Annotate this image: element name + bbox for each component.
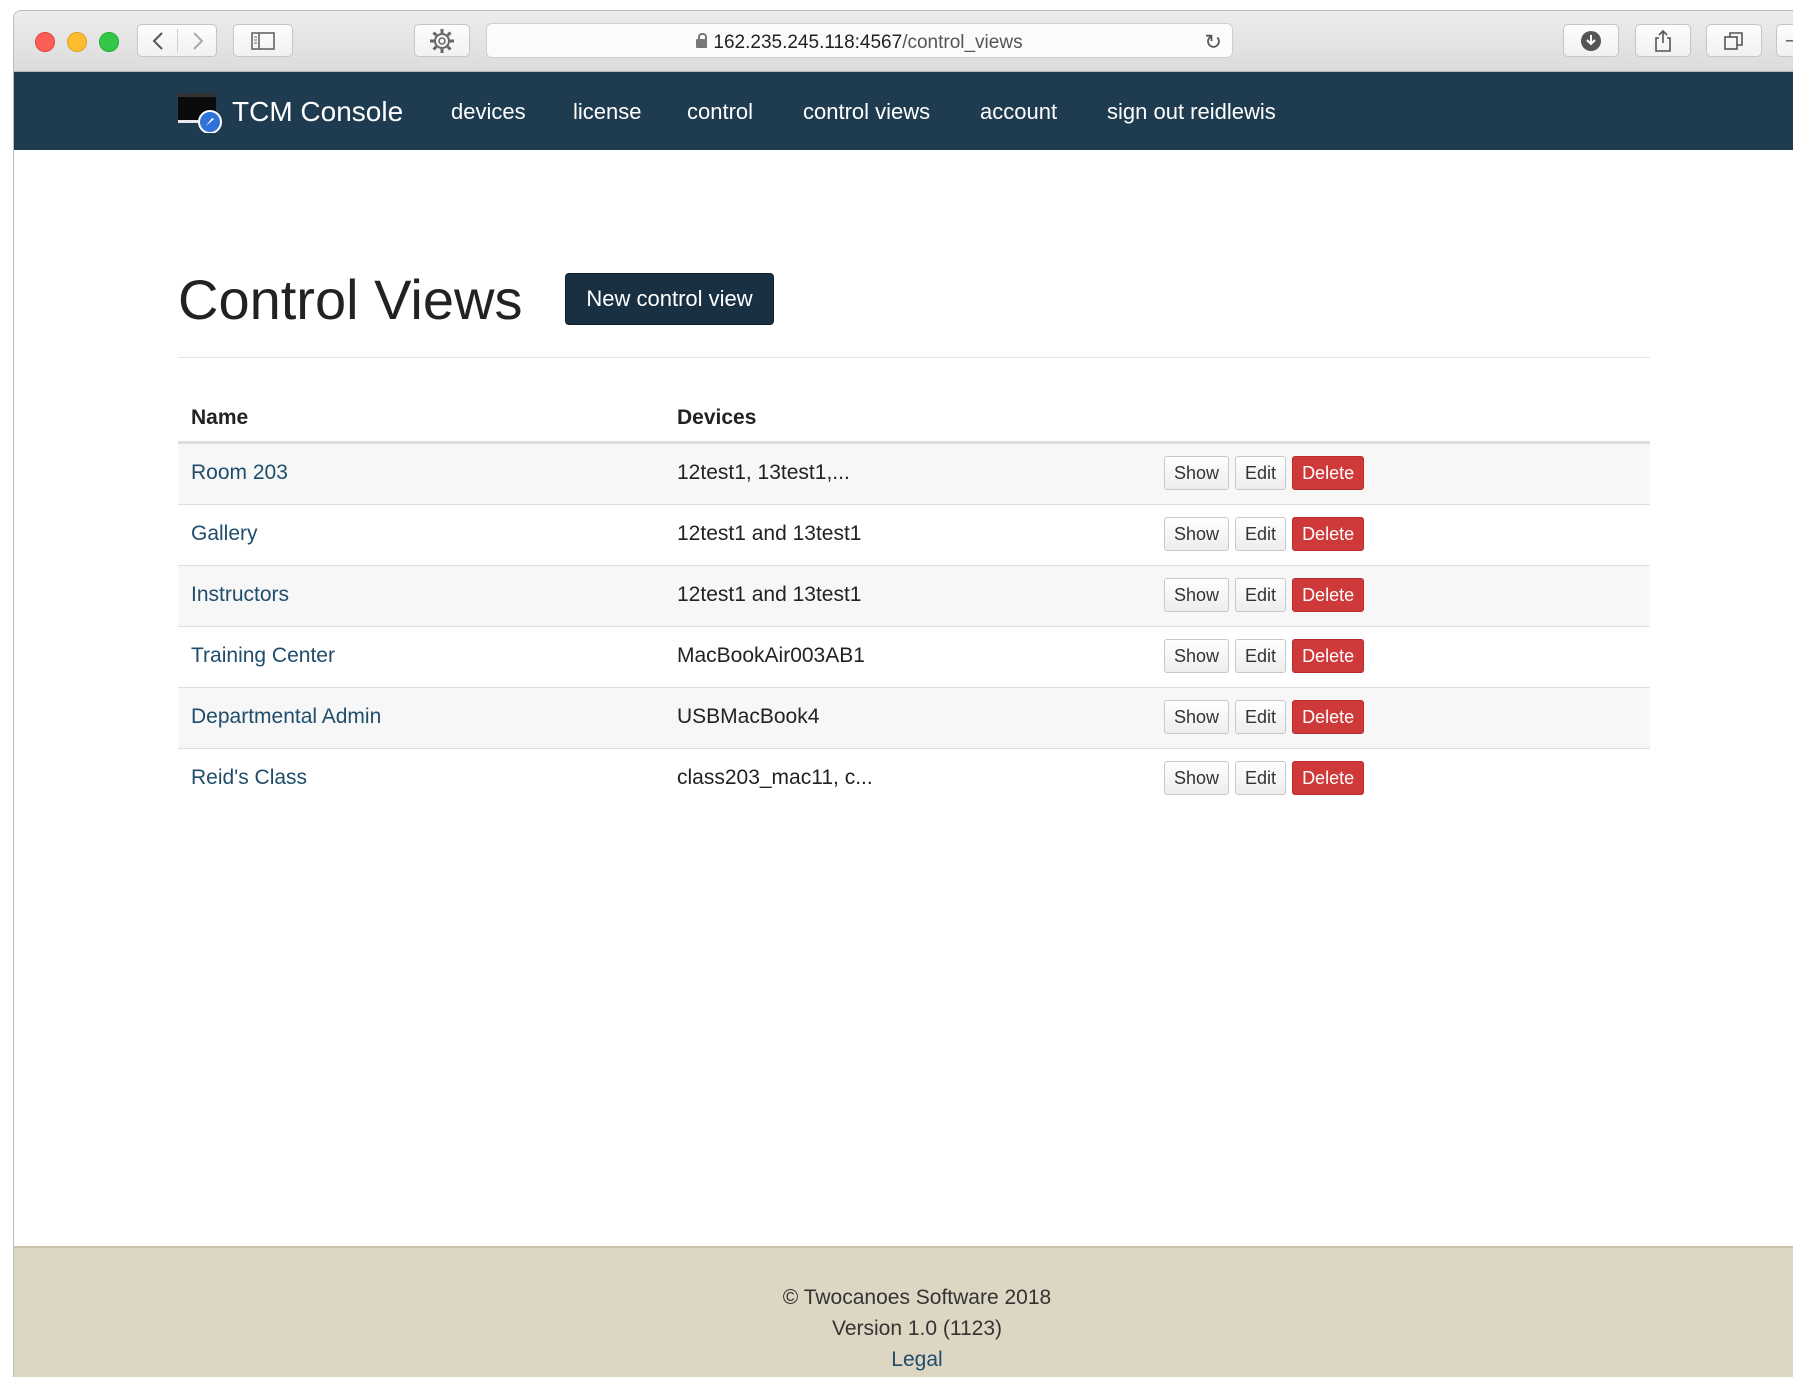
- nav-license[interactable]: license: [573, 99, 641, 125]
- column-header-devices: Devices: [677, 406, 757, 429]
- tabs-overview-icon[interactable]: [1706, 24, 1762, 57]
- delete-button[interactable]: Delete: [1292, 456, 1365, 490]
- table-header: Name Devices: [178, 389, 1650, 444]
- delete-button[interactable]: Delete: [1292, 639, 1365, 673]
- control-view-name-link[interactable]: Gallery: [191, 522, 258, 546]
- show-button[interactable]: Show: [1164, 456, 1230, 490]
- gear-icon[interactable]: [414, 24, 470, 57]
- nav-control-views[interactable]: control views: [803, 99, 930, 125]
- sidebar-toggle-icon[interactable]: [233, 24, 293, 57]
- edit-button[interactable]: Edit: [1235, 456, 1287, 490]
- new-tab-icon[interactable]: –: [1776, 24, 1793, 57]
- forward-icon[interactable]: [178, 25, 217, 56]
- column-header-name: Name: [191, 406, 249, 429]
- share-icon[interactable]: [1635, 24, 1691, 57]
- table-row: Reid's Class class203_mac11, c... Show E…: [178, 749, 1650, 809]
- close-window-button[interactable]: [35, 32, 55, 52]
- control-view-name-link[interactable]: Reid's Class: [191, 766, 307, 790]
- table-row: Training Center MacBookAir003AB1 Show Ed…: [178, 627, 1650, 688]
- show-button[interactable]: Show: [1164, 578, 1230, 612]
- tcm-logo-icon: [178, 93, 222, 133]
- devices-cell: MacBookAir003AB1: [677, 644, 865, 667]
- downloads-icon[interactable]: [1563, 24, 1619, 57]
- zoom-window-button[interactable]: [99, 32, 119, 52]
- nav-account[interactable]: account: [980, 99, 1057, 125]
- edit-button[interactable]: Edit: [1235, 761, 1287, 795]
- new-control-view-button[interactable]: New control view: [565, 273, 774, 325]
- nav-devices[interactable]: devices: [451, 99, 526, 125]
- edit-button[interactable]: Edit: [1235, 700, 1287, 734]
- version-text: Version 1.0 (1123): [831, 1317, 1003, 1340]
- address-bar[interactable]: 162.235.245.118:4567/control_views ↻: [486, 23, 1233, 58]
- back-icon[interactable]: [138, 25, 177, 56]
- history-navigation: [137, 24, 217, 57]
- show-button[interactable]: Show: [1164, 700, 1230, 734]
- brand-title[interactable]: TCM Console: [232, 96, 403, 128]
- reload-icon[interactable]: ↻: [1204, 30, 1222, 55]
- delete-button[interactable]: Delete: [1292, 761, 1365, 795]
- delete-button[interactable]: Delete: [1292, 578, 1365, 612]
- control-view-name-link[interactable]: Instructors: [191, 583, 289, 607]
- devices-cell: USBMacBook4: [677, 705, 820, 728]
- page-title: Control Views: [178, 268, 523, 331]
- page-footer: © Twocanoes Software 2018 Version 1.0 (1…: [14, 1246, 1793, 1377]
- control-view-name-link[interactable]: Room 203: [191, 461, 288, 485]
- copyright-text: © Twocanoes Software 2018: [782, 1286, 1052, 1309]
- table-row: Instructors 12test1 and 13test1 Show Edi…: [178, 566, 1650, 627]
- control-view-name-link[interactable]: Departmental Admin: [191, 705, 381, 729]
- top-navbar: TCM Console devices license control cont…: [14, 72, 1793, 150]
- control-views-table: Name Devices Room 203 12test1, 13test1,.…: [178, 389, 1650, 809]
- control-view-name-link[interactable]: Training Center: [191, 644, 335, 668]
- browser-window: 162.235.245.118:4567/control_views ↻ – T…: [13, 10, 1793, 1377]
- divider: [178, 357, 1650, 358]
- devices-cell: 12test1, 13test1,...: [677, 461, 850, 484]
- nav-control[interactable]: control: [687, 99, 753, 125]
- nav-sign-out[interactable]: sign out reidlewis: [1107, 99, 1276, 125]
- legal-link[interactable]: Legal: [14, 1348, 1793, 1372]
- edit-button[interactable]: Edit: [1235, 578, 1287, 612]
- devices-cell: 12test1 and 13test1: [677, 583, 862, 606]
- show-button[interactable]: Show: [1164, 517, 1230, 551]
- show-button[interactable]: Show: [1164, 761, 1230, 795]
- browser-toolbar: 162.235.245.118:4567/control_views ↻ –: [14, 11, 1793, 72]
- minimize-window-button[interactable]: [67, 32, 87, 52]
- devices-cell: 12test1 and 13test1: [677, 522, 862, 545]
- edit-button[interactable]: Edit: [1235, 517, 1287, 551]
- url-host: 162.235.245.118:4567: [713, 32, 903, 53]
- table-row: Room 203 12test1, 13test1,... Show Edit …: [178, 444, 1650, 505]
- delete-button[interactable]: Delete: [1292, 517, 1365, 551]
- edit-button[interactable]: Edit: [1235, 639, 1287, 673]
- show-button[interactable]: Show: [1164, 639, 1230, 673]
- delete-button[interactable]: Delete: [1292, 700, 1365, 734]
- lock-icon: [696, 33, 708, 48]
- table-row: Departmental Admin USBMacBook4 Show Edit…: [178, 688, 1650, 749]
- url-path: /control_views: [902, 32, 1023, 53]
- table-row: Gallery 12test1 and 13test1 Show Edit De…: [178, 505, 1650, 566]
- devices-cell: class203_mac11, c...: [677, 766, 873, 789]
